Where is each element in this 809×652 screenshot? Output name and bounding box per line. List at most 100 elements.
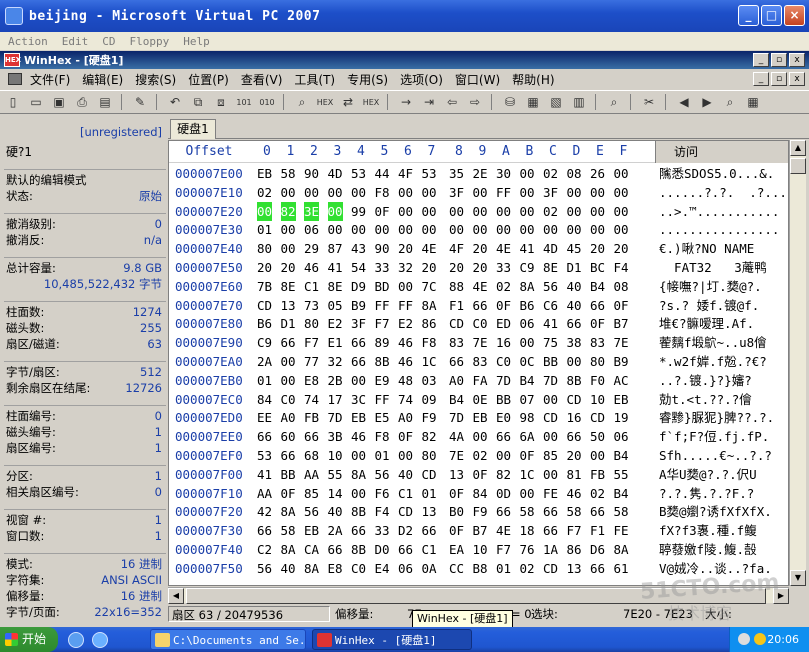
hex-byte[interactable]: 20	[567, 446, 582, 465]
hex-byte[interactable]: B6	[520, 296, 535, 315]
menu-position[interactable]: 位置(P)	[188, 71, 229, 88]
hex-byte[interactable]: 66	[496, 427, 511, 446]
hex-byte[interactable]: 00	[398, 446, 413, 465]
hex-byte[interactable]: EA	[449, 540, 464, 559]
hex-byte[interactable]: 66	[567, 314, 582, 333]
ram-icon[interactable]: ▦	[523, 93, 543, 111]
hex-byte[interactable]: 1C	[422, 352, 437, 371]
hex-byte[interactable]: 00	[543, 220, 558, 239]
hex-byte[interactable]: 90	[304, 164, 319, 183]
hex-byte[interactable]: 53	[257, 446, 272, 465]
hex-byte[interactable]: EB	[304, 521, 319, 540]
hex-byte[interactable]: CD	[398, 502, 413, 521]
hex-byte[interactable]: 53	[422, 164, 437, 183]
hex-byte[interactable]: 3F	[543, 183, 558, 202]
hex-byte[interactable]: 0C	[520, 352, 535, 371]
hex-byte[interactable]: 00	[281, 371, 296, 390]
hex-byte[interactable]: 66	[304, 427, 319, 446]
hex-byte[interactable]: 4E	[496, 521, 511, 540]
hex-byte[interactable]: 2B	[328, 371, 343, 390]
hex-row[interactable]: 000007F20 42 8A 56 40 8B F4 CD 13 B0 F9 66 58 66 58 66 5…	[169, 502, 788, 521]
hex-byte[interactable]: F7	[567, 521, 582, 540]
hex-byte[interactable]: 7D	[543, 371, 558, 390]
forward-icon[interactable]: ⇨	[465, 93, 485, 111]
hex-byte[interactable]: 86	[567, 540, 582, 559]
hex-byte[interactable]: 3E	[304, 201, 320, 221]
hex-byte[interactable]: 06	[304, 220, 319, 239]
write-icon[interactable]: 101	[234, 93, 254, 111]
hex-byte[interactable]: E4	[375, 559, 390, 578]
menu-view[interactable]: 查看(V)	[241, 71, 283, 88]
hex-byte[interactable]: 00	[520, 220, 535, 239]
hex-byte[interactable]: 00	[543, 465, 558, 484]
goto-sector-icon[interactable]: ⇥	[419, 93, 439, 111]
hex-byte[interactable]: CD	[257, 296, 272, 315]
hex-byte[interactable]: 06	[520, 314, 535, 333]
sector-icon[interactable]: ▧	[546, 93, 566, 111]
hex-byte[interactable]: BB	[543, 352, 558, 371]
hex-byte[interactable]: 66	[257, 427, 272, 446]
hex-byte[interactable]: 7C	[422, 277, 437, 296]
hex-byte[interactable]: 00	[543, 427, 558, 446]
hex-byte[interactable]: 58	[567, 502, 582, 521]
hex-byte[interactable]: 2A	[257, 352, 272, 371]
hex-byte[interactable]: CD	[422, 465, 437, 484]
hex-byte[interactable]: 13	[281, 296, 296, 315]
hex-byte[interactable]: 00	[520, 202, 535, 221]
hex-byte[interactable]: 7D	[496, 371, 511, 390]
hex-byte[interactable]: 3F	[351, 314, 366, 333]
hex-byte[interactable]: BD	[375, 277, 390, 296]
winhex-minimize-button[interactable]: _	[753, 53, 769, 67]
hex-byte[interactable]: 83	[473, 352, 488, 371]
task-explorer[interactable]: C:\Documents and Se...	[150, 629, 306, 650]
menu-window[interactable]: 窗口(W)	[455, 71, 500, 88]
hex-byte[interactable]: E9	[375, 371, 390, 390]
hex-row[interactable]: 000007F50 56 40 8A E8 C0 E4 06 0A CC B8 01 02 CD 13 66 6…	[169, 559, 788, 578]
hex-byte[interactable]: 00	[590, 183, 605, 202]
hex-byte[interactable]: 00	[473, 202, 488, 221]
hex-byte[interactable]: ED	[496, 314, 511, 333]
winhex-maximize-button[interactable]: ▫	[771, 53, 787, 67]
hex-byte[interactable]: 00	[257, 201, 273, 221]
ie-icon[interactable]	[68, 632, 84, 648]
row-text[interactable]: ..?.镀.}?}嬸?	[659, 371, 752, 390]
row-text[interactable]: fX?f3褢.種.f鳆	[659, 521, 757, 540]
hex-byte[interactable]: 98	[520, 408, 535, 427]
row-text[interactable]: {帹嘸?|圢.奦@?.	[659, 277, 762, 296]
hex-byte[interactable]: 06	[614, 427, 629, 446]
hex-byte[interactable]: FA	[473, 371, 488, 390]
hex-byte[interactable]: 00	[520, 484, 535, 503]
hex-byte[interactable]: 68	[304, 446, 319, 465]
hex-byte[interactable]: 32	[398, 258, 413, 277]
vpc-maximize-button[interactable]: □	[761, 5, 782, 26]
scroll-left-icon[interactable]: ◀	[168, 588, 184, 604]
hex-byte[interactable]: 35	[449, 164, 464, 183]
row-text[interactable]: ......?.?. .?...	[659, 183, 787, 202]
hex-byte[interactable]: 4D	[328, 164, 343, 183]
hex-row[interactable]: 000007F00 41 BB AA 55 8A 56 40 CD 13 0F 82 1C 00 81 FB 5…	[169, 465, 788, 484]
disk-icon[interactable]: ⛁	[500, 93, 520, 111]
row-text[interactable]: Sfh.....€~..?.?	[659, 446, 772, 465]
hex-byte[interactable]: 4E	[422, 239, 437, 258]
hex-byte[interactable]: 85	[543, 446, 558, 465]
hex-byte[interactable]: F9	[422, 408, 437, 427]
menu-options[interactable]: 选项(O)	[400, 71, 443, 88]
hex-byte[interactable]: 8E	[281, 277, 296, 296]
save-icon[interactable]: ▣	[49, 93, 69, 111]
hex-byte[interactable]: 07	[520, 390, 535, 409]
hex-byte[interactable]: 00	[473, 183, 488, 202]
hex-byte[interactable]: 03	[422, 371, 437, 390]
document-icon[interactable]	[8, 73, 22, 85]
hex-byte[interactable]: E0	[496, 408, 511, 427]
hex-byte[interactable]: 8B	[375, 352, 390, 371]
hex-byte[interactable]: 8B	[351, 540, 366, 559]
hex-byte[interactable]: 41	[328, 258, 343, 277]
hex-byte[interactable]: C2	[257, 540, 272, 559]
hex-byte[interactable]: 00	[567, 352, 582, 371]
hex-byte[interactable]: 20	[398, 239, 413, 258]
hex-byte[interactable]: 20	[473, 258, 488, 277]
cut-icon[interactable]: ✂	[639, 93, 659, 111]
hex-byte[interactable]: 86	[422, 314, 437, 333]
hex-byte[interactable]: 40	[567, 296, 582, 315]
hex-byte[interactable]: 2A	[328, 521, 343, 540]
